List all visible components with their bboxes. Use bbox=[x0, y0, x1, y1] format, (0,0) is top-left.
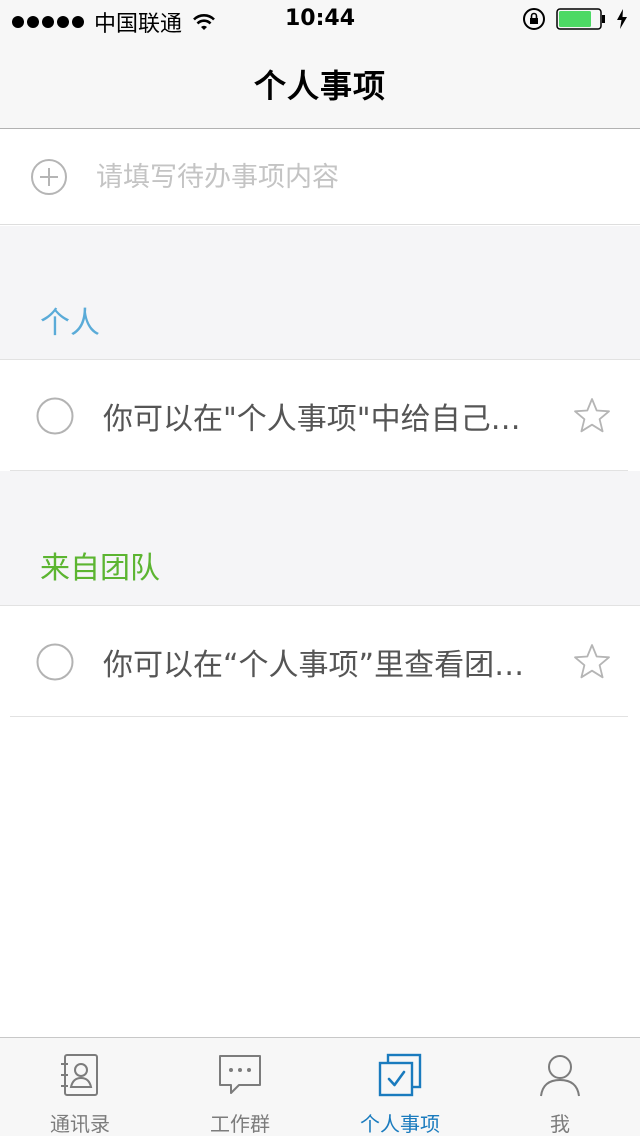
star-icon[interactable] bbox=[572, 396, 612, 436]
todo-check-icon bbox=[378, 1053, 422, 1097]
tab-label: 通讯录 bbox=[50, 1112, 110, 1136]
section-header-team: 来自团队 bbox=[0, 471, 640, 605]
status-right bbox=[522, 7, 628, 31]
tab-personal-todos[interactable]: 个人事项 bbox=[320, 1038, 480, 1136]
todo-item[interactable]: 你可以在"个人事项"中给自己添加待办事项 bbox=[0, 359, 640, 471]
row-divider bbox=[10, 716, 628, 717]
todo-text: 你可以在“个人事项”里查看团队事项 bbox=[103, 648, 543, 683]
checkbox-circle-icon[interactable] bbox=[36, 397, 74, 435]
tab-bar: 通讯录 工作群 个人事项 我 bbox=[0, 1037, 640, 1136]
section-header-personal: 个人 bbox=[0, 226, 640, 359]
tab-contacts[interactable]: 通讯录 bbox=[0, 1038, 160, 1136]
todo-input[interactable] bbox=[96, 149, 616, 205]
add-todo-row[interactable] bbox=[0, 129, 640, 225]
tab-label: 个人事项 bbox=[360, 1112, 440, 1136]
plus-circle-icon[interactable] bbox=[30, 158, 68, 196]
section-title: 来自团队 bbox=[40, 551, 160, 586]
nav-bar: 个人事项 bbox=[0, 40, 640, 129]
todo-item[interactable]: 你可以在“个人事项”里查看团队事项 bbox=[0, 605, 640, 717]
section-title: 个人 bbox=[40, 306, 100, 341]
chat-bubble-icon bbox=[219, 1055, 261, 1094]
charging-bolt-icon bbox=[617, 9, 627, 29]
status-bar: 中国联通 10:44 bbox=[0, 0, 640, 40]
rotation-lock-icon bbox=[523, 8, 545, 30]
battery-icon bbox=[556, 8, 605, 30]
tab-label: 我 bbox=[550, 1112, 570, 1136]
tab-me[interactable]: 我 bbox=[480, 1038, 640, 1136]
checkbox-circle-icon[interactable] bbox=[36, 643, 74, 681]
todo-text: 你可以在"个人事项"中给自己添加待办事项 bbox=[103, 402, 543, 437]
tab-workgroups[interactable]: 工作群 bbox=[160, 1038, 320, 1136]
page-title: 个人事项 bbox=[253, 67, 386, 105]
contacts-book-icon bbox=[61, 1054, 98, 1096]
person-icon bbox=[540, 1055, 580, 1097]
star-icon[interactable] bbox=[572, 642, 612, 682]
tab-label: 工作群 bbox=[210, 1112, 270, 1136]
